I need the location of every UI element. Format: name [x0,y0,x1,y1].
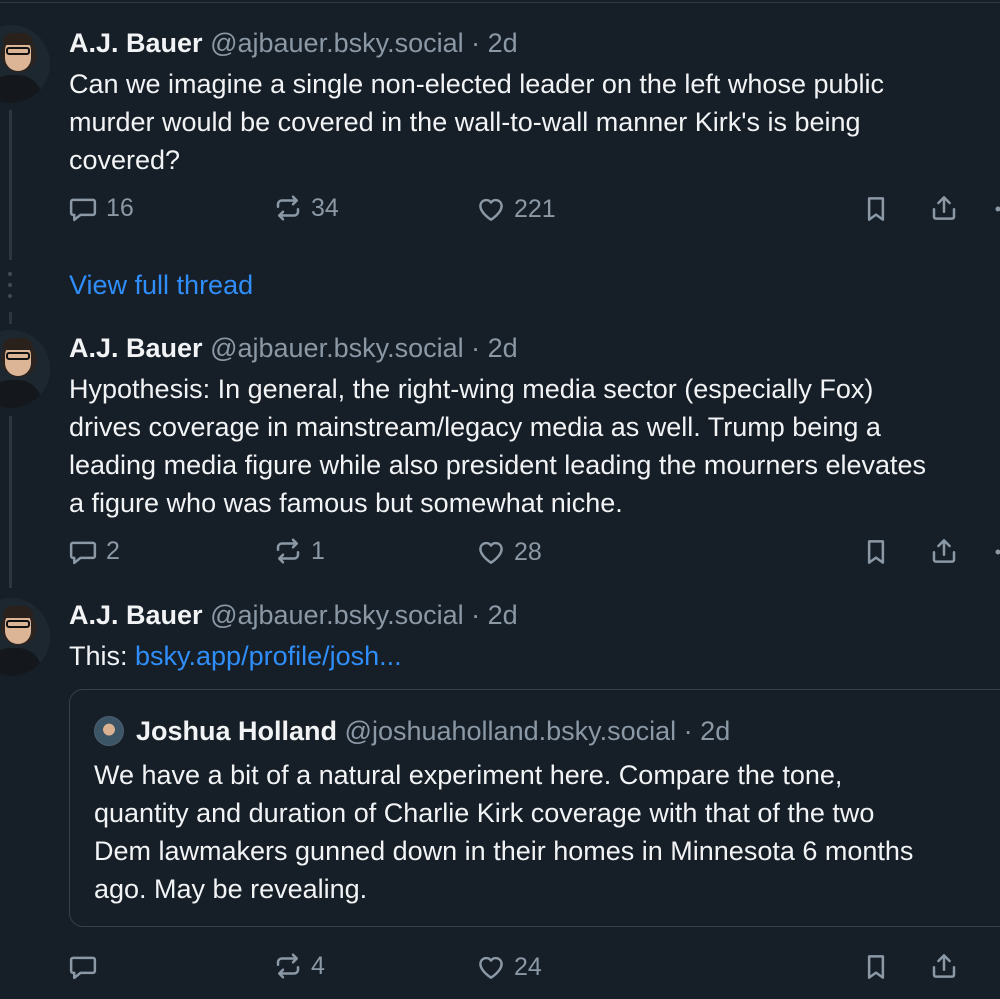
post-text-line: covered? [69,145,181,175]
post-text-prefix: This: [69,641,136,671]
embedded-link[interactable]: bsky.app/profile/josh... [135,641,402,671]
reply-icon [68,536,98,566]
bookmark-button[interactable] [861,194,891,224]
thread-dot [8,272,12,276]
post-age[interactable]: 2d [488,600,518,630]
author-handle[interactable]: @ajbauer.bsky.social [210,333,464,363]
thread-screen: A.J. Bauer @ajbauer.bsky.social · 2d Can… [0,0,1000,999]
top-divider [0,2,1000,3]
author-name[interactable]: A.J. Bauer [69,600,203,630]
author-name[interactable]: A.J. Bauer [69,28,203,58]
avatar[interactable] [0,25,50,103]
quote-age: 2d [700,716,731,746]
share-button[interactable] [929,951,959,981]
more-button[interactable] [994,206,1000,212]
repost-count: 34 [311,194,339,222]
reply-icon [68,951,98,981]
thread-dot [8,294,12,298]
thread-line [9,312,12,324]
reply-button[interactable]: 2 [68,536,120,566]
share-icon [929,536,959,566]
repost-count: 1 [311,537,325,565]
post-header: A.J. Bauer @ajbauer.bsky.social · 2d [69,598,518,632]
more-button[interactable] [994,549,1000,555]
reply-count: 2 [106,537,120,565]
share-icon [929,193,959,223]
post-age[interactable]: 2d [488,28,518,58]
share-icon [929,951,959,981]
author-name[interactable]: A.J. Bauer [69,333,203,363]
quote-text-line: Dem lawmakers gunned down in their homes… [94,836,914,866]
author-handle[interactable]: @ajbauer.bsky.social [210,28,464,58]
post-text-line: leading media figure while also presiden… [69,450,927,480]
post-header: A.J. Bauer @ajbauer.bsky.social · 2d [69,331,518,365]
post-text-line: drives coverage in mainstream/legacy med… [69,412,881,442]
quote-avatar[interactable] [94,716,124,746]
repost-button[interactable]: 1 [273,536,325,566]
separator: · [471,28,481,58]
like-button[interactable]: 221 [476,194,556,224]
separator: · [683,716,693,746]
author-handle[interactable]: @ajbauer.bsky.social [210,600,464,630]
quote-post-card[interactable]: Joshua Holland @joshuaholland.bsky.socia… [69,689,1000,927]
post-text-line: Hypothesis: In general, the right-wing m… [69,374,874,404]
bookmark-icon [861,952,891,982]
quote-header: Joshua Holland @joshuaholland.bsky.socia… [136,714,730,748]
like-count: 28 [514,538,542,566]
separator: · [471,600,481,630]
post-text: Can we imagine a single non-elected lead… [69,65,1000,179]
post-text: This: bsky.app/profile/josh... [69,637,1000,675]
repost-count: 4 [311,952,325,980]
repost-icon [273,951,303,981]
reply-icon [68,193,98,223]
repost-icon [273,536,303,566]
share-button[interactable] [929,193,959,223]
more-icon [995,206,1000,212]
post-text-line: a figure who was famous but somewhat nic… [69,488,623,518]
like-count: 24 [514,953,542,981]
like-button[interactable]: 28 [476,537,542,567]
quote-text: We have a bit of a natural experiment he… [94,756,1000,908]
post-text-line: Can we imagine a single non-elected lead… [69,69,885,99]
bookmark-button[interactable] [861,952,891,982]
like-icon [476,537,506,567]
more-icon [995,549,1000,555]
reply-button[interactable]: 16 [68,193,134,223]
thread-dot [8,283,12,287]
thread-line [9,110,12,260]
view-full-thread-link[interactable]: View full thread [69,268,253,302]
like-count: 221 [514,195,556,223]
post-text: Hypothesis: In general, the right-wing m… [69,370,1000,522]
avatar[interactable] [0,598,50,676]
like-icon [476,952,506,982]
thread-line [9,416,12,588]
quote-text-line: We have a bit of a natural experiment he… [94,760,843,790]
like-button[interactable]: 24 [476,952,542,982]
bookmark-button[interactable] [861,537,891,567]
quote-author-handle[interactable]: @joshuaholland.bsky.social [345,716,677,746]
reply-button[interactable] [68,951,106,981]
quote-text-line: quantity and duration of Charlie Kirk co… [94,798,875,828]
bookmark-icon [861,537,891,567]
repost-button[interactable]: 4 [273,951,325,981]
quote-author-name[interactable]: Joshua Holland [136,716,337,746]
repost-button[interactable]: 34 [273,193,339,223]
share-button[interactable] [929,536,959,566]
post-text-line: murder would be covered in the wall-to-w… [69,107,861,137]
avatar[interactable] [0,330,50,408]
separator: · [471,333,481,363]
like-icon [476,194,506,224]
bookmark-icon [861,194,891,224]
post-header: A.J. Bauer @ajbauer.bsky.social · 2d [69,26,518,60]
repost-icon [273,193,303,223]
quote-text-line: ago. May be revealing. [94,874,368,904]
post-age[interactable]: 2d [488,333,518,363]
reply-count: 16 [106,194,134,222]
